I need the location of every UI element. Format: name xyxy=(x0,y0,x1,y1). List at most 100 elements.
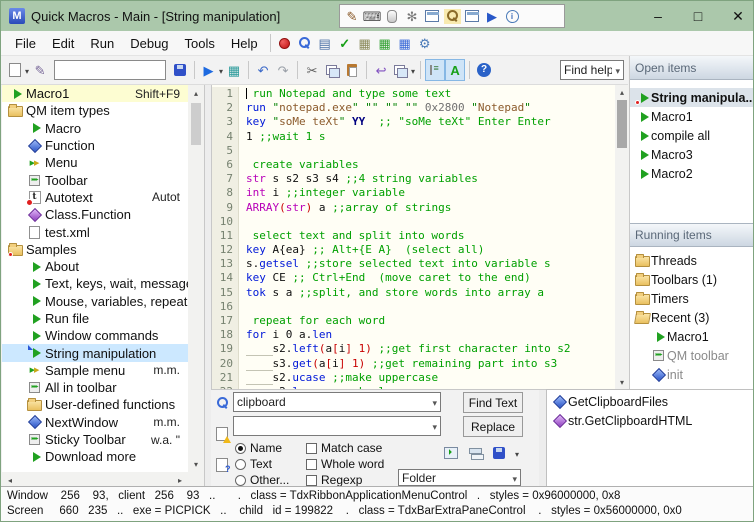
find-what-combo[interactable]: clipboard xyxy=(233,392,441,412)
list-item-init[interactable]: init xyxy=(630,365,753,384)
help-button[interactable] xyxy=(474,59,494,81)
code-line-17[interactable]: 17 repeat for each word xyxy=(212,314,615,329)
code-text[interactable]: run Notepad and type some text xyxy=(239,87,451,101)
code-text[interactable] xyxy=(239,215,246,229)
toggle-tree-panel-button[interactable] xyxy=(425,59,446,81)
code-line-4[interactable]: 41 ;;wait 1 s xyxy=(212,129,615,144)
window-list-button[interactable] xyxy=(391,59,416,81)
results-layout-button[interactable] xyxy=(465,442,485,464)
tree-item-download-more[interactable]: Download more xyxy=(2,448,188,465)
code-line-9[interactable]: 9 ARRAY(str) a ;;array of strings xyxy=(212,200,615,215)
run-button[interactable]: ▶ xyxy=(199,59,224,81)
checkbox-icon[interactable] xyxy=(306,474,317,486)
code-line-6[interactable]: 6 create variables xyxy=(212,157,615,173)
record-button[interactable] xyxy=(275,32,295,54)
dialog-editor-button[interactable]: ▦ xyxy=(395,32,415,54)
code-text[interactable]: s2.ucase ;;make uppercase xyxy=(239,370,438,385)
code-text[interactable]: s.getsel ;;store selected text into vari… xyxy=(239,257,551,271)
checkbox-icon[interactable] xyxy=(306,442,317,454)
code-text[interactable]: select text and split into words xyxy=(239,229,465,243)
minimize-button[interactable]: – xyxy=(649,8,667,24)
code-text[interactable] xyxy=(239,300,246,314)
list-item-threads[interactable]: Threads xyxy=(630,251,753,270)
checkbox-whole-word[interactable]: Whole word xyxy=(306,456,384,472)
copy-button[interactable] xyxy=(322,59,342,81)
tree-vertical-scrollbar[interactable]: ▴ ▾ xyxy=(188,85,204,472)
code-line-16[interactable]: 16 xyxy=(212,299,615,314)
code-text[interactable]: repeat for each word xyxy=(239,314,385,328)
tree-item-macro1[interactable]: Macro1 Shift+F9 xyxy=(2,85,188,103)
scroll-down-icon[interactable]: ▾ xyxy=(188,456,204,472)
undo-button[interactable]: ↶ xyxy=(253,59,273,81)
record-macro-button[interactable]: ✎ xyxy=(342,5,362,27)
scroll-down-icon[interactable]: ▾ xyxy=(615,375,629,389)
replace-with-combo[interactable] xyxy=(233,416,441,436)
menu-edit[interactable]: Edit xyxy=(44,33,82,54)
paste-button[interactable] xyxy=(342,59,362,81)
list-item-qm-toolbar[interactable]: QM toolbar xyxy=(630,346,753,365)
code-line-19[interactable]: 19 s2.left(a[i] 1) ;;get first character… xyxy=(212,342,615,357)
find-text-button[interactable]: Find Text xyxy=(463,392,523,413)
code-line-8[interactable]: 8 int i ;;integer variable xyxy=(212,186,615,201)
compile-button[interactable]: ▦ xyxy=(224,59,244,81)
chevron-down-icon[interactable] xyxy=(429,395,437,409)
radio-text[interactable]: Text xyxy=(235,456,289,472)
list-item-getclipboardfiles[interactable]: GetClipboardFiles xyxy=(547,392,753,411)
code-editor[interactable]: 1 run Notepad and type some text 2 run "no… xyxy=(211,85,629,389)
dropdown-caret-icon[interactable] xyxy=(23,61,29,79)
field-list-button[interactable]: ▤ xyxy=(315,32,335,54)
find-button[interactable] xyxy=(295,32,315,54)
scroll-thumb[interactable] xyxy=(617,100,627,148)
list-item-str-getclipboardhtml[interactable]: str.GetClipboardHTML xyxy=(547,411,753,430)
replace-button[interactable]: Replace xyxy=(463,416,523,437)
code-line-10[interactable]: 10 xyxy=(212,214,615,229)
code-line-2[interactable]: 2 run "notepad.exe" "" "" "" 0x2800 "Note… xyxy=(212,101,615,116)
list-item-macro1[interactable]: Macro1 xyxy=(630,107,753,126)
scroll-thumb[interactable] xyxy=(191,103,201,145)
code-text[interactable]: for i 0 a.len xyxy=(239,328,332,342)
tree-item-about[interactable]: About xyxy=(2,258,188,275)
new-item-button[interactable] xyxy=(5,59,30,81)
tree-item-autotext[interactable]: Autotext Autot xyxy=(2,189,188,206)
tree-item-qm-item-types[interactable]: QM item types xyxy=(2,102,188,119)
tree-item-toolbar[interactable]: Toolbar xyxy=(2,171,188,188)
open-result-button[interactable] xyxy=(441,442,461,464)
list-item-string-manipula[interactable]: String manipula... xyxy=(630,88,753,107)
code-text[interactable]: s3.get(a[i] 1) ;;get remaining part into… xyxy=(239,356,557,371)
list-item-toolbars-1[interactable]: Toolbars (1) xyxy=(630,270,753,289)
chevron-down-icon[interactable] xyxy=(509,471,517,485)
go-back-button[interactable]: ↩ xyxy=(371,59,391,81)
code-line-7[interactable]: 7 str s s2 s3 s4 ;;4 string variables xyxy=(212,172,615,187)
tree-item-all-in-toolbar[interactable]: All in toolbar xyxy=(2,379,188,396)
list-item-timers[interactable]: Timers xyxy=(630,289,753,308)
syntax-check-button[interactable]: ✓ xyxy=(335,32,355,54)
code-text[interactable] xyxy=(239,144,246,158)
menu-debug[interactable]: Debug xyxy=(122,33,176,54)
code-text[interactable]: s2.left(a[i] 1) ;;get first character in… xyxy=(239,342,571,357)
code-line-3[interactable]: 3 key "soMe teXt" YY ;; "soMe teXt" Enter… xyxy=(212,115,615,130)
save-button[interactable] xyxy=(170,59,190,81)
tree-item-function[interactable]: Function xyxy=(2,137,188,154)
code-area[interactable]: 1 run Notepad and type some text 2 run "no… xyxy=(212,85,615,389)
code-line-21[interactable]: 21 s2.ucase ;;make uppercase xyxy=(212,370,615,385)
scroll-up-icon[interactable]: ▴ xyxy=(615,85,629,99)
code-line-5[interactable]: 5 xyxy=(212,143,615,158)
scroll-up-icon[interactable]: ▴ xyxy=(188,85,204,101)
radio-icon[interactable] xyxy=(235,474,246,486)
run-arrows-button[interactable]: ▶ xyxy=(482,5,502,27)
find-errors-button[interactable] xyxy=(212,423,232,445)
code-text[interactable]: str s s2 s3 s4 ;;4 string variables xyxy=(239,172,478,186)
list-item-macro1[interactable]: Macro1 xyxy=(630,327,753,346)
list-item-recent-3[interactable]: Recent (3) xyxy=(630,308,753,327)
code-line-1[interactable]: 1 run Notepad and type some text xyxy=(212,87,615,102)
code-text[interactable]: int i ;;integer variable xyxy=(239,186,405,200)
tree-item-macro[interactable]: Macro xyxy=(2,120,188,137)
output-options-button[interactable]: ▦ xyxy=(355,32,375,54)
code-text[interactable]: key A{ea} ;; Alt+{E A} (select all) xyxy=(239,243,484,257)
find-button[interactable] xyxy=(212,392,232,414)
tree-item-menu[interactable]: Menu xyxy=(2,154,188,171)
radio-name[interactable]: Name xyxy=(235,440,289,456)
keyboard-button[interactable]: ⌨ xyxy=(362,5,382,27)
find-image-button[interactable] xyxy=(442,5,462,27)
tree-item-test-xml[interactable]: test.xml xyxy=(2,223,188,240)
